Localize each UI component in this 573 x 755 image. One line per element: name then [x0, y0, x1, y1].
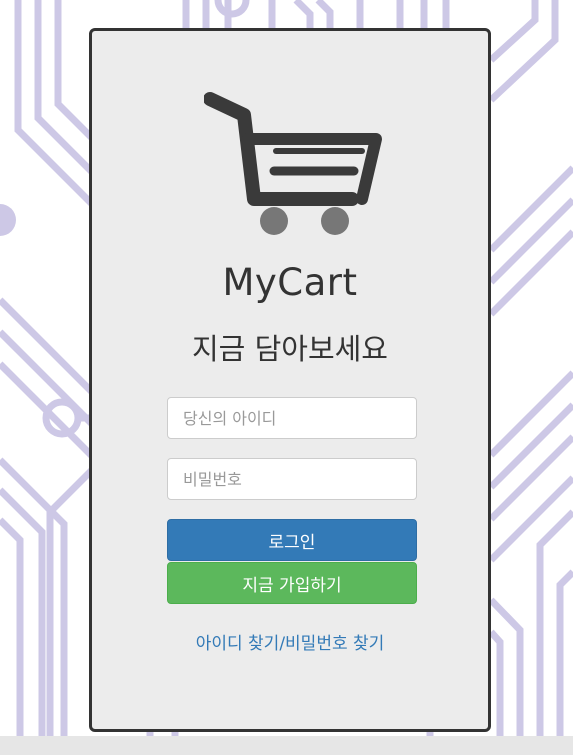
shopping-cart-icon: [204, 92, 382, 235]
bottom-bar: [0, 736, 573, 755]
account-recovery-links: 아이디 찾기/비밀번호 찾기: [92, 629, 488, 654]
brand-name: MyCart: [222, 261, 358, 304]
signup-button[interactable]: 지금 가입하기: [167, 562, 417, 604]
password-input[interactable]: [167, 458, 417, 500]
find-password-link[interactable]: 비밀번호 찾기: [285, 634, 384, 654]
find-id-link[interactable]: 아이디 찾기: [196, 634, 280, 654]
login-button[interactable]: 로그인: [167, 519, 417, 561]
tagline: 지금 담아보세요: [192, 332, 388, 366]
username-input[interactable]: [167, 397, 417, 439]
login-card: MyCart 지금 담아보세요 로그인 지금 가입하기 아이디 찾기/비밀번호 …: [89, 28, 491, 732]
